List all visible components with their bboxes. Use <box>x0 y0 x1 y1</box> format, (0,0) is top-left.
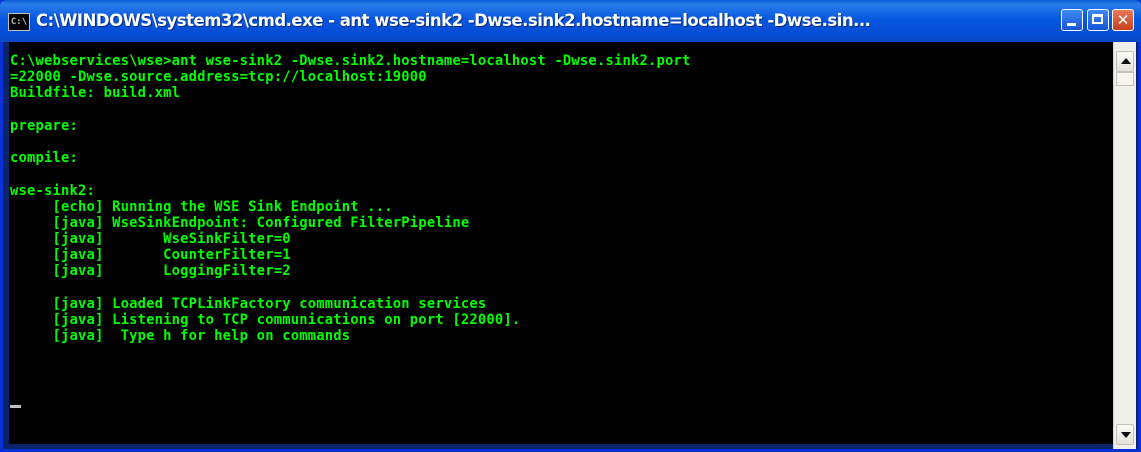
title-bar[interactable]: C:\ C:\WINDOWS\system32\cmd.exe - ant ws… <box>0 0 1141 42</box>
scroll-thumb[interactable] <box>1116 72 1134 86</box>
console-line: [java] Type h for help on commands <box>10 328 351 345</box>
close-icon: ✕ <box>1116 11 1130 29</box>
scroll-up-icon <box>1121 58 1131 64</box>
console-line: Buildfile: build.xml <box>10 85 181 102</box>
maximize-button[interactable] <box>1087 9 1109 31</box>
minimize-icon <box>1067 23 1076 26</box>
console-line: [java] WseSinkFilter=0 <box>10 231 291 248</box>
console-line: [echo] Running the WSE Sink Endpoint ... <box>10 198 393 215</box>
console-line: compile: <box>10 150 79 167</box>
maximize-icon <box>1092 14 1103 24</box>
console-line: C:\webservices\wse>ant wse-sink2 -Dwse.s… <box>10 53 691 69</box>
console-line: wse-sink2: <box>10 182 96 199</box>
scroll-up-button[interactable] <box>1116 51 1134 72</box>
window-title: C:\WINDOWS\system32\cmd.exe - ant wse-si… <box>36 11 871 30</box>
console-output[interactable]: C:\webservices\wse>ant wse-sink2 -Dwse.s… <box>9 42 1113 444</box>
minimize-button[interactable] <box>1061 9 1083 31</box>
console-line: [java] Listening to TCP communications o… <box>10 312 521 328</box>
scroll-down-icon <box>1121 432 1131 438</box>
console-line: [java] CounterFilter=1 <box>10 247 291 264</box>
console-line: [java] WseSinkEndpoint: Configured Filte… <box>10 214 470 231</box>
vertical-scrollbar[interactable] <box>1113 42 1136 449</box>
console-line: =22000 -Dwse.source.address=tcp://localh… <box>10 69 427 86</box>
console-line: prepare: <box>10 117 79 134</box>
console-line: [java] LoggingFilter=2 <box>10 263 291 280</box>
scroll-down-button[interactable] <box>1116 424 1134 445</box>
cmd-icon[interactable]: C:\ <box>8 13 30 31</box>
console-line: [java] Loaded TCPLinkFactory communicati… <box>10 295 487 312</box>
console-text: C:\webservices\wse>ant wse-sink2 -Dwse.s… <box>10 53 691 344</box>
close-button[interactable]: ✕ <box>1112 9 1134 31</box>
text-cursor <box>10 405 21 408</box>
